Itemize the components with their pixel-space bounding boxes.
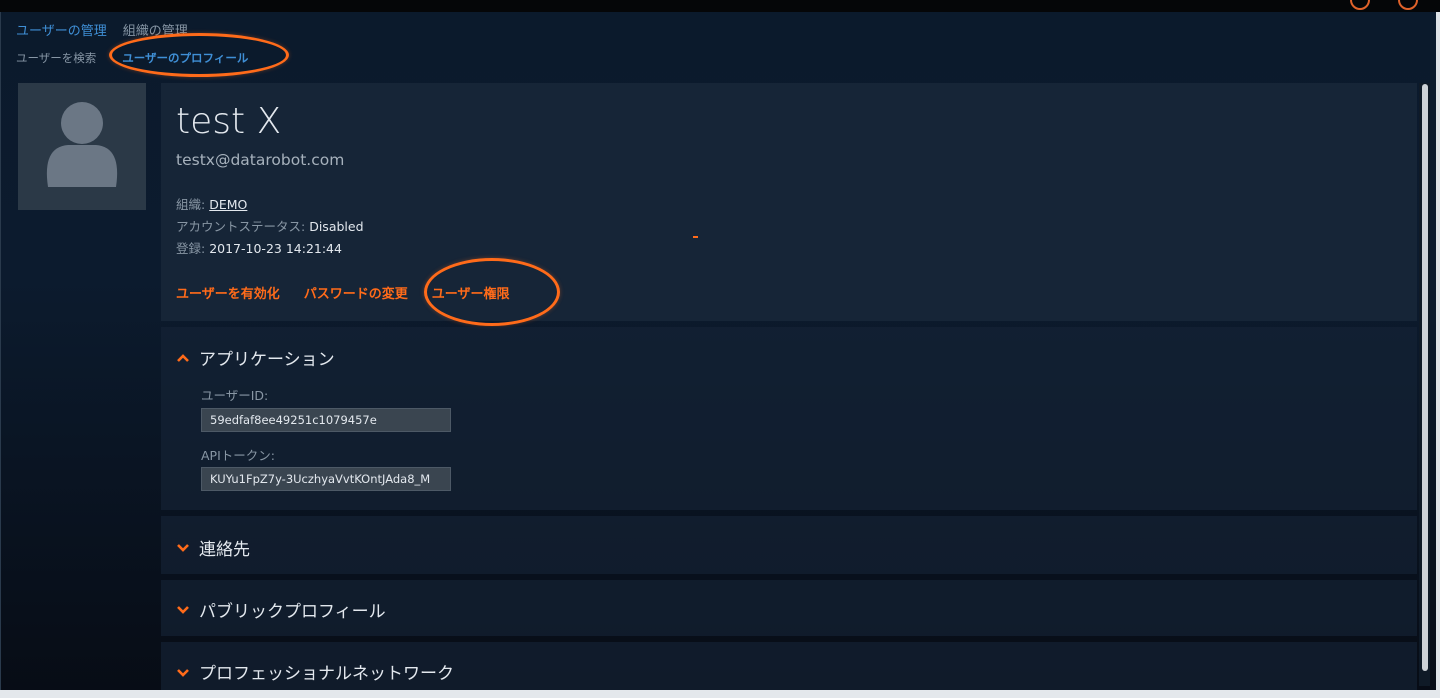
- profile-panel: test X testx@datarobot.com 組織: DEMO アカウン…: [161, 83, 1417, 321]
- registered-label: 登録:: [176, 241, 206, 256]
- section-application-title[interactable]: アプリケーション: [199, 345, 335, 370]
- chevron-down-icon[interactable]: [176, 541, 190, 555]
- window-bottom-border: [0, 690, 1440, 698]
- section-public-profile[interactable]: パブリックプロフィール: [161, 580, 1417, 636]
- status-label: アカウントステータス:: [176, 219, 306, 234]
- top-account-icon[interactable]: [1398, 0, 1418, 10]
- scrollbar-thumb[interactable]: [1422, 84, 1428, 671]
- section-contact-title[interactable]: 連絡先: [199, 535, 250, 560]
- section-public-profile-title[interactable]: パブリックプロフィール: [199, 597, 386, 622]
- registered-value: 2017-10-23 14:21:44: [209, 241, 342, 256]
- user-name: test X: [176, 101, 282, 142]
- org-row: 組織: DEMO: [176, 194, 247, 213]
- registered-row: 登録: 2017-10-23 14:21:44: [176, 238, 342, 257]
- nav-user-management[interactable]: ユーザーの管理: [16, 20, 107, 39]
- highlight-ring-permissions: [424, 258, 560, 326]
- user-email: testx@datarobot.com: [176, 151, 345, 169]
- top-strip: [0, 0, 1440, 12]
- api-token-field[interactable]: KUYu1FpZ7y-3UczhyaVvtKOntJAda8_M: [201, 467, 451, 491]
- nav-search-users[interactable]: ユーザーを検索: [16, 50, 96, 66]
- section-professional-network[interactable]: プロフェッショナルネットワーク: [161, 642, 1417, 690]
- section-application: アプリケーション ユーザーID: 59edfaf8ee49251c1079457…: [161, 327, 1417, 510]
- api-token-label: APIトークン:: [201, 448, 275, 463]
- section-professional-network-title[interactable]: プロフェッショナルネットワーク: [199, 659, 454, 684]
- status-value: Disabled: [309, 219, 364, 234]
- user-id-field[interactable]: 59edfaf8ee49251c1079457e: [201, 408, 451, 432]
- chevron-down-icon[interactable]: [176, 603, 190, 617]
- accent-dash: [693, 236, 698, 238]
- highlight-ring-profile-tab: [109, 33, 289, 77]
- window-right-border: [1436, 12, 1440, 698]
- org-label: 組織:: [176, 197, 206, 212]
- chevron-up-icon[interactable]: [176, 351, 190, 365]
- org-link[interactable]: DEMO: [209, 197, 247, 212]
- enable-user-button[interactable]: ユーザーを有効化: [176, 283, 280, 302]
- avatar: [18, 83, 146, 210]
- section-contact[interactable]: 連絡先: [161, 516, 1417, 574]
- user-id-label: ユーザーID:: [201, 388, 269, 403]
- top-help-icon[interactable]: [1350, 0, 1370, 10]
- status-row: アカウントステータス: Disabled: [176, 216, 364, 235]
- chevron-down-icon[interactable]: [176, 666, 190, 680]
- left-edge: [0, 12, 1, 690]
- change-password-button[interactable]: パスワードの変更: [304, 283, 408, 302]
- user-silhouette-icon: [46, 102, 118, 187]
